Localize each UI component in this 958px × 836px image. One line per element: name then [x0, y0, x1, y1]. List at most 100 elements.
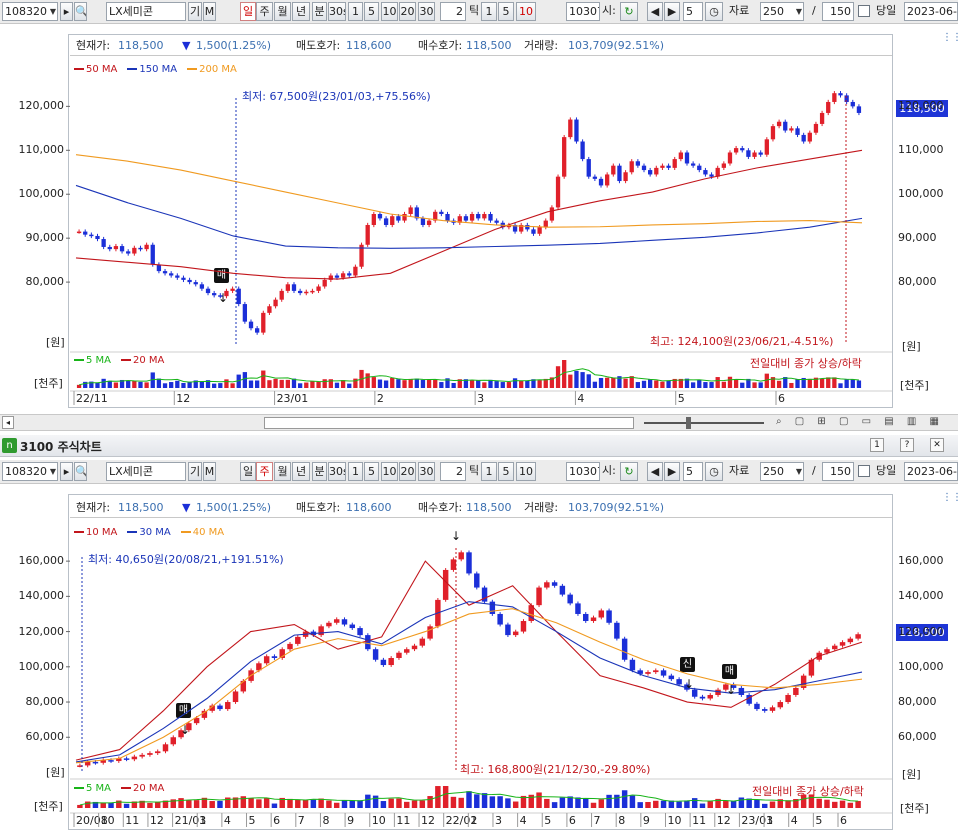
volume-bar	[476, 380, 481, 388]
volume-bar	[769, 801, 776, 808]
candle-body	[580, 141, 585, 160]
volume-bar	[334, 382, 340, 388]
volume-bar	[635, 382, 641, 388]
candle-body	[497, 613, 503, 625]
candle-body	[347, 273, 352, 276]
volume-bar	[488, 379, 493, 388]
volume-bar	[709, 382, 714, 388]
volume-bar	[832, 801, 838, 808]
ma40-line	[75, 608, 863, 764]
candle-body	[326, 622, 332, 627]
candle-body	[225, 702, 231, 710]
candle-body	[551, 582, 558, 586]
volume-bar	[439, 382, 444, 388]
candle-body	[623, 172, 628, 182]
candle-body	[138, 247, 143, 250]
volume-bar	[489, 796, 496, 808]
volume-bar	[261, 370, 266, 388]
candle-body	[531, 229, 536, 234]
volume-bar	[138, 381, 143, 388]
down-arrow-icon: ↓	[451, 529, 461, 543]
candle-body	[793, 687, 799, 695]
volume-bar	[162, 383, 168, 388]
candle-body	[427, 626, 433, 639]
candle-body	[606, 610, 612, 623]
candle-body	[549, 207, 555, 221]
volume-bar	[383, 380, 389, 388]
candle-body	[322, 279, 327, 287]
candle-body	[131, 756, 138, 760]
candle-body	[154, 751, 161, 754]
candle-body	[458, 552, 464, 560]
volume-bar	[101, 378, 106, 388]
candle-body	[660, 670, 667, 676]
candle-body	[181, 277, 186, 280]
candle-body	[660, 165, 665, 168]
volume-bar	[396, 379, 401, 388]
volume-bar	[193, 800, 200, 808]
volume-bar	[377, 379, 383, 388]
candle-body	[388, 658, 394, 666]
candle-body	[126, 251, 131, 254]
volume-bar	[77, 804, 83, 808]
volume-bar	[254, 380, 260, 388]
volume-bar	[132, 380, 137, 388]
volume-bar	[684, 800, 690, 808]
volume-bar	[285, 379, 291, 388]
volume-bar	[380, 801, 387, 808]
volume-bar	[676, 801, 682, 808]
candle-body	[583, 613, 589, 622]
candle-body	[684, 152, 690, 164]
volume-bar	[414, 378, 419, 388]
candle-body	[162, 271, 168, 274]
volume-bar	[175, 380, 180, 388]
candle-body	[839, 642, 846, 646]
volume-bar	[408, 378, 413, 388]
candle-body	[855, 634, 861, 639]
candle-body	[232, 691, 239, 703]
candle-body	[132, 247, 137, 254]
ma200-line	[75, 154, 863, 228]
volume-bar	[647, 379, 653, 388]
candle-body	[89, 234, 94, 237]
volume-bar	[279, 379, 284, 388]
volume-bar	[349, 800, 355, 808]
volume-bar	[761, 803, 768, 808]
candle-body	[813, 123, 819, 133]
candle-body	[439, 211, 444, 214]
volume-bar	[147, 802, 153, 808]
candle-body	[856, 106, 862, 113]
candle-body	[84, 761, 91, 766]
down-arrow-icon: ↓	[726, 683, 736, 697]
candle-body	[205, 288, 211, 294]
volume-bar	[559, 797, 566, 808]
candle-body	[466, 552, 472, 574]
candle-body	[488, 214, 493, 221]
volume-bar	[273, 378, 278, 388]
volume-bar	[795, 379, 800, 388]
volume-bar	[199, 381, 205, 388]
volume-bar	[592, 381, 598, 388]
candle-body	[764, 139, 769, 155]
candle-body	[668, 675, 675, 680]
volume-bar	[240, 796, 247, 808]
volume-bar	[224, 379, 229, 388]
volume-bar	[466, 791, 472, 808]
candle-body	[147, 753, 153, 755]
candle-body	[476, 214, 481, 219]
volume-bar	[580, 372, 585, 388]
candle-body	[411, 645, 418, 650]
volume-bar	[302, 799, 309, 808]
candle-body	[349, 624, 355, 629]
volume-bar	[721, 381, 726, 388]
volume-bar	[832, 377, 837, 388]
volume-bar	[568, 374, 573, 388]
volume-bar	[807, 378, 812, 388]
volume-bar	[497, 796, 503, 808]
candle-body	[396, 652, 402, 658]
candle-body	[525, 224, 530, 230]
candle-body	[621, 638, 628, 660]
volume-bar	[113, 382, 119, 388]
volume-bar	[536, 792, 542, 808]
ma50-line	[75, 149, 863, 280]
